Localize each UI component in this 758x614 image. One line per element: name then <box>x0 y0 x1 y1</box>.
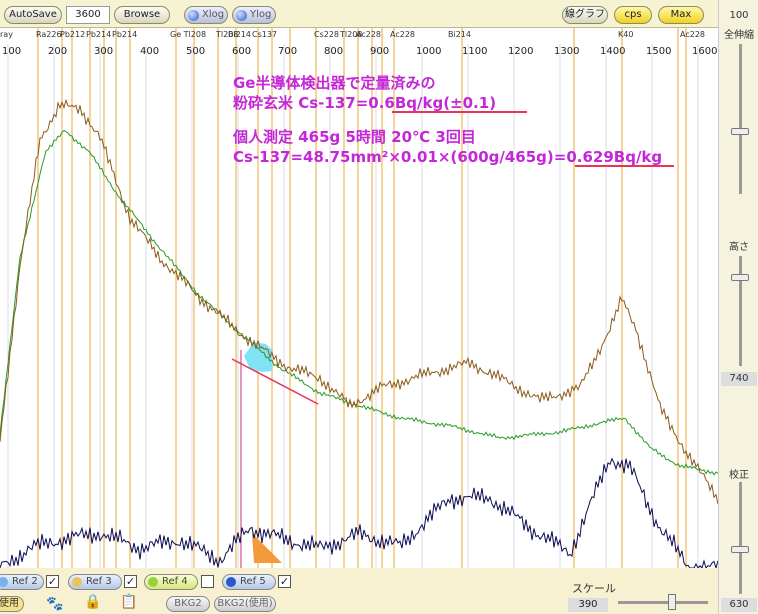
scale-value: 390 <box>568 598 608 612</box>
ref2-label: Ref 2 <box>12 576 38 587</box>
reference-spectrum-line <box>0 129 718 476</box>
ref3-checkbox[interactable]: ✓ <box>124 575 137 588</box>
ref5-color-icon <box>226 577 236 587</box>
x-tick-label: 500 <box>186 46 205 57</box>
bkg2-button[interactable]: BKG2 <box>166 596 210 612</box>
radio-icon <box>188 10 199 21</box>
right-control-panel: 100 全伸縮 高さ 740 校正 630 <box>718 0 758 614</box>
cps-button[interactable]: cps <box>614 6 652 24</box>
ref4-color-icon <box>148 577 158 587</box>
ref3-label: Ref 3 <box>86 576 112 587</box>
x-tick-label: 400 <box>140 46 159 57</box>
nuclide-label: Bi214 <box>448 30 471 39</box>
height-label: 高さ <box>729 242 749 253</box>
nuclide-label: Ge Tl208 <box>170 30 206 39</box>
annotation-line-4: Cs-137=48.75mm²×0.01×(600g/465g)=0.629Bq… <box>233 148 662 166</box>
grid-lines <box>7 44 699 568</box>
annotation-line-1: Ge半導体検出器で定量済みの <box>233 74 436 92</box>
height-value: 740 <box>721 372 757 386</box>
baseline-line <box>231 358 319 405</box>
annotation-line-3: 個人測定 465g 5時間 20℃ 3回目 <box>232 128 476 146</box>
ref5-peak-area <box>252 533 282 563</box>
x-tick-label: 1200 <box>508 46 533 57</box>
ref2-color-icon <box>0 577 8 587</box>
ref5-checkbox[interactable]: ✓ <box>278 575 291 588</box>
annotation-line-2-prefix: 粉砕玄米 Cs-137= <box>233 94 368 112</box>
calibration-label: 校正 <box>729 470 749 481</box>
height-slider-track[interactable] <box>739 256 742 366</box>
annotation-line-2-value: 0.6Bq/kg(±0.1) <box>368 94 496 112</box>
autosave-button[interactable]: AutoSave <box>4 6 62 24</box>
x-tick-label: 700 <box>278 46 297 57</box>
x-tick-label: 1400 <box>600 46 625 57</box>
scale-label: スケール <box>572 582 616 595</box>
nuclide-label: Pb214 <box>112 30 137 39</box>
nuclide-labels: ray Ra226Pb212 Pb214 Pb214 Ge Tl208 Tl208Bi21… <box>0 30 705 39</box>
ref3-button[interactable]: Ref 3 <box>68 574 122 590</box>
nuclide-label: Pb214 <box>86 30 111 39</box>
spectrum-plot[interactable]: 100 200 300 400 500 600 700 800 900 1000 1100 1200 1… <box>0 28 718 568</box>
ylog-toggle[interactable]: Ylog <box>232 6 276 24</box>
nuclide-label: Ac228 <box>680 30 705 39</box>
x-tick-label: 600 <box>232 46 251 57</box>
ref4-checkbox[interactable] <box>201 575 214 588</box>
ylog-label: Ylog <box>250 9 272 20</box>
calibration-value: 630 <box>721 598 757 612</box>
nuclide-label: Pb212 <box>60 30 85 39</box>
zoom-slider-thumb[interactable] <box>731 128 749 135</box>
annotation-line-2: 粉砕玄米 Cs-137=0.6Bq/kg(±0.1) <box>233 94 496 112</box>
ref3-color-icon <box>72 577 82 587</box>
annotation-line-4-value: 0.629Bq/kg <box>566 148 662 166</box>
clipboard-icon[interactable]: 📋 <box>120 594 137 610</box>
x-tick-label: 200 <box>48 46 67 57</box>
nuclide-label: Ac228 <box>356 30 381 39</box>
x-axis-ticks: 100 200 300 400 500 600 700 800 900 1000 1100 1200 1… <box>2 46 717 57</box>
scale-slider-track[interactable] <box>618 601 708 604</box>
spectrum-chart: 100 200 300 400 500 600 700 800 900 1000 1100 1200 1… <box>0 28 718 568</box>
nuclide-label: Ac228 <box>390 30 415 39</box>
height-slider-thumb[interactable] <box>731 274 749 281</box>
calibration-slider-thumb[interactable] <box>731 546 749 553</box>
ref5-button[interactable]: Ref 5 <box>222 574 276 590</box>
x-tick-label: 100 <box>2 46 21 57</box>
max-button[interactable]: Max <box>658 6 704 24</box>
x-tick-label: 1300 <box>554 46 579 57</box>
top-value: 100 <box>729 10 749 21</box>
nuclide-label: Cs137 <box>252 30 277 39</box>
nuclide-label: ray <box>0 30 13 39</box>
difference-spectrum-line <box>0 457 718 568</box>
browse-button[interactable]: Browse <box>114 6 170 24</box>
ref5-label: Ref 5 <box>240 576 266 587</box>
x-tick-label: 300 <box>94 46 113 57</box>
use-button[interactable]: 使用 <box>0 596 24 612</box>
x-tick-label: 800 <box>324 46 343 57</box>
scale-slider-thumb[interactable] <box>668 594 676 610</box>
nuclide-label: Ra226 <box>36 30 62 39</box>
nuclide-label: Cs228 <box>314 30 339 39</box>
ref4-button[interactable]: Ref 4 <box>144 574 198 590</box>
xlog-toggle[interactable]: Xlog <box>184 6 228 24</box>
paw-icon[interactable]: 🐾 <box>46 596 63 612</box>
toolbar: AutoSave 3600 Browse Xlog Ylog 線グラフ cps … <box>0 0 718 28</box>
zoom-slider-track[interactable] <box>739 44 742 194</box>
xlog-label: Xlog <box>202 9 225 20</box>
ref2-button[interactable]: Ref 2 <box>0 574 44 590</box>
bkg2-use-button[interactable]: BKG2(使用) <box>214 596 276 612</box>
time-input[interactable]: 3600 <box>66 6 110 24</box>
x-tick-label: 1000 <box>416 46 441 57</box>
line-graph-button[interactable]: 線グラフ <box>562 6 608 24</box>
lock-icon[interactable]: 🔒 <box>84 594 101 610</box>
annotation-line-4-prefix: Cs-137=48.75mm²×0.01×(600g/465g)= <box>233 148 566 166</box>
radio-icon <box>236 10 247 21</box>
x-tick-label: 1600 <box>692 46 717 57</box>
x-tick-label: 1500 <box>646 46 671 57</box>
nuclide-label: K40 <box>618 30 633 39</box>
x-tick-label: 900 <box>370 46 389 57</box>
nuclide-label: Bi214 <box>228 30 251 39</box>
ref4-label: Ref 4 <box>162 576 188 587</box>
zoom-all-label: 全伸縮 <box>724 30 754 41</box>
x-tick-label: 1100 <box>462 46 487 57</box>
calibration-slider-track[interactable] <box>739 482 742 594</box>
ref2-checkbox[interactable]: ✓ <box>46 575 59 588</box>
